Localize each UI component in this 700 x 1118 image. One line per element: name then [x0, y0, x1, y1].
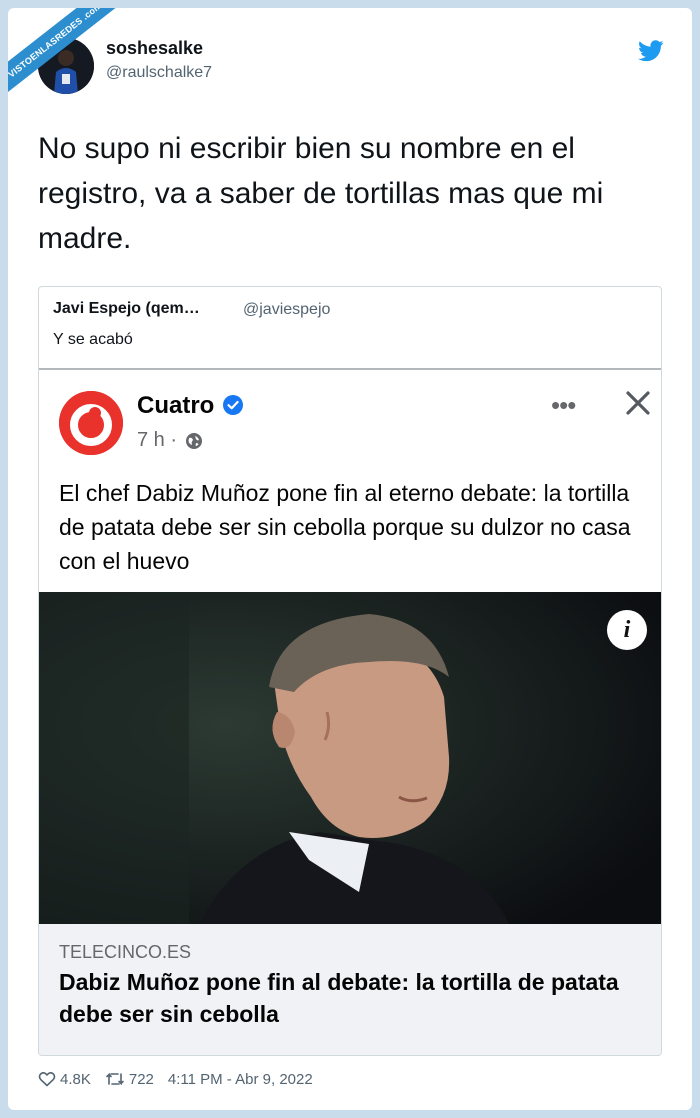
more-options-icon[interactable]: ••• — [551, 390, 576, 421]
close-icon[interactable] — [621, 386, 655, 420]
display-name[interactable]: soshesalke — [106, 38, 203, 59]
quoted-display-name[interactable]: Javi Espejo (qem… — [53, 300, 200, 318]
facebook-post: Cuatro 7 h · ••• El chef Dabiz Muñoz pon… — [39, 370, 661, 592]
quoted-tweet[interactable]: Javi Espejo (qem… @javiespejo Y se acabó… — [38, 286, 662, 1056]
info-icon[interactable]: i — [607, 610, 647, 650]
cuatro-logo — [59, 391, 123, 455]
post-text: El chef Dabiz Muñoz pone fin al eterno d… — [59, 480, 631, 574]
news-photo[interactable]: i — [39, 592, 661, 924]
twitter-bird-icon[interactable] — [638, 40, 664, 62]
quoted-text: Y se acabó — [53, 331, 133, 348]
verified-badge-icon — [223, 395, 243, 415]
like-count[interactable]: 4.8K — [60, 1071, 91, 1088]
link-title[interactable]: Dabiz Muñoz pone fin al debate: la torti… — [59, 966, 649, 1030]
retweet-count[interactable]: 722 — [129, 1071, 154, 1088]
link-domain[interactable]: TELECINCO.ES — [59, 942, 191, 963]
post-time: 7 h · — [137, 429, 178, 451]
tweet-timestamp[interactable]: 4:11 PM - Abr 9, 2022 — [168, 1071, 313, 1088]
tweet-text: No supo ni escribir bien su nombre en el… — [38, 132, 604, 255]
page-name[interactable]: Cuatro — [137, 392, 214, 420]
globe-icon — [186, 433, 202, 449]
user-handle[interactable]: @raulschalke7 — [106, 64, 212, 82]
tweet-card: VISTOENLASREDES .com soshesalke @raulsch… — [8, 8, 692, 1110]
heart-icon[interactable] — [38, 1071, 56, 1087]
retweet-icon[interactable] — [105, 1071, 125, 1087]
quoted-handle[interactable]: @javiespejo — [243, 301, 330, 319]
tweet-footer: 4.8K 722 4:11 PM - Abr 9, 2022 — [38, 1068, 313, 1090]
facebook-post-screenshot: Cuatro 7 h · ••• El chef Dabiz Muñoz pon… — [39, 370, 661, 1055]
